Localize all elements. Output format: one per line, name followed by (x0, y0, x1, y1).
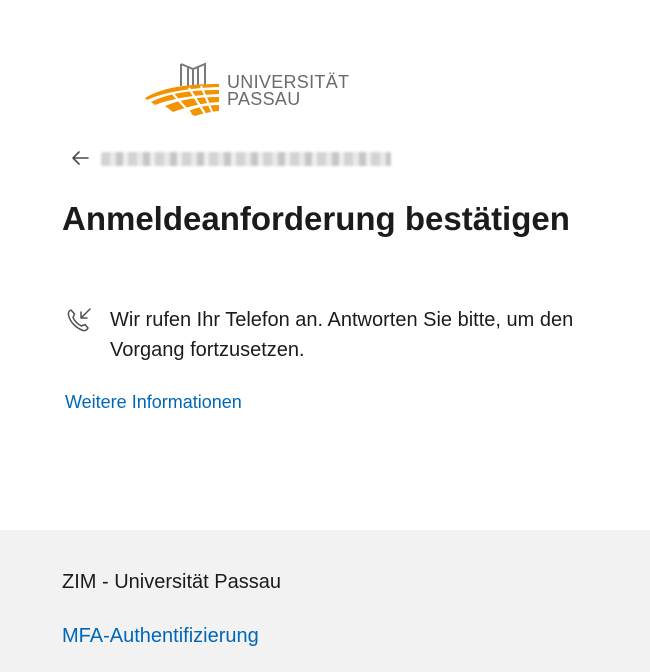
organization-name: ZIM - Universität Passau (62, 571, 281, 593)
more-info-link[interactable]: Weitere Informationen (65, 391, 242, 413)
page-title: Anmeldeanforderung bestätigen (62, 200, 570, 237)
signin-card: UNIVERSITÄT PASSAU ████████████████ Anme… (0, 0, 650, 530)
university-logo-wordmark: UNIVERSITÄT PASSAU (227, 73, 349, 109)
back-arrow-icon (72, 151, 89, 165)
incoming-call-icon (67, 308, 91, 332)
logo-line-2: PASSAU (227, 89, 301, 109)
footer: ZIM - Universität Passau MFA-Authentifiz… (0, 530, 650, 672)
university-logo-mark (145, 62, 219, 116)
account-identity: ████████████████ (101, 152, 391, 166)
university-logo: UNIVERSITÄT PASSAU (143, 60, 353, 116)
identity-banner: ████████████████ (68, 146, 408, 170)
mfa-auth-link[interactable]: MFA-Authentifizierung (62, 624, 259, 648)
back-button[interactable] (68, 146, 92, 170)
call-message: Wir rufen Ihr Telefon an. Antworten Sie … (110, 309, 574, 361)
